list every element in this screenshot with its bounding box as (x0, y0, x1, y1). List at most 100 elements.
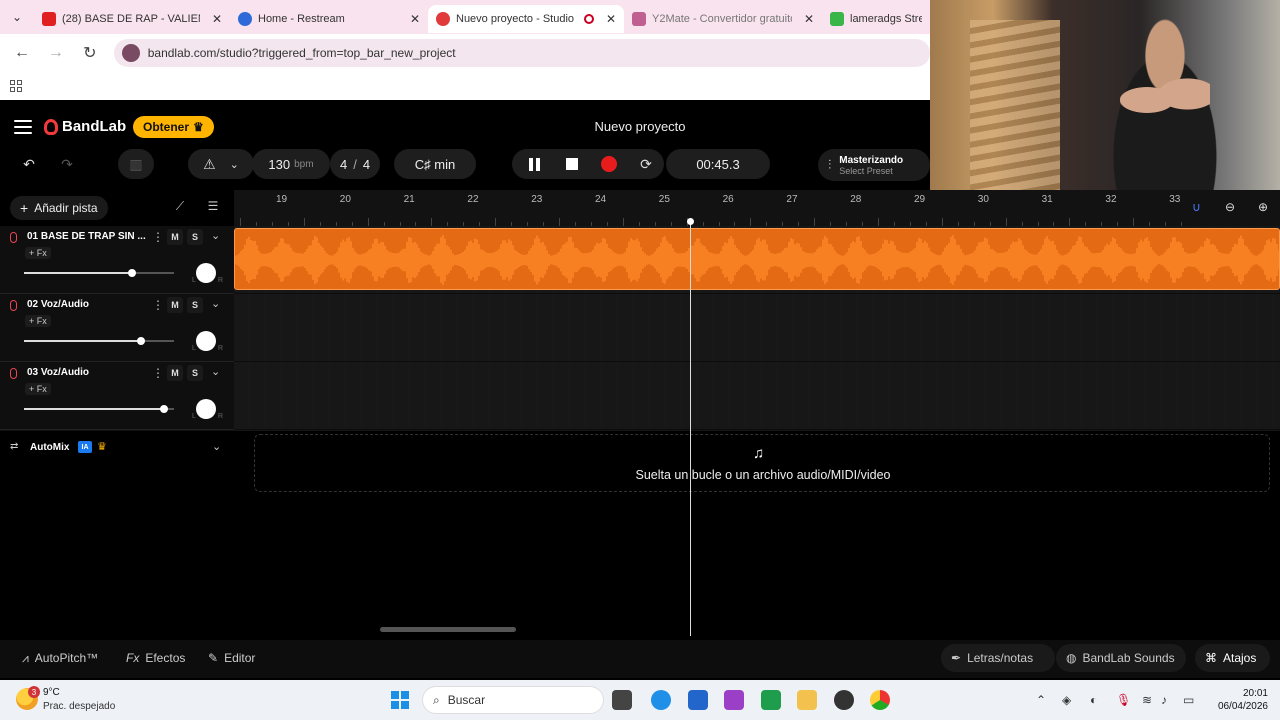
clock[interactable]: 20:01 06/04/2026 (1210, 687, 1268, 713)
store-icon[interactable] (688, 690, 708, 710)
solo-button[interactable]: S (187, 365, 203, 381)
loop-button[interactable]: ⟳ (634, 149, 658, 179)
timeline-ruler[interactable]: 19 20 21 22 23 24 25 26 27 28 29 30 31 32 33 (234, 190, 1280, 226)
volume-knob[interactable] (128, 269, 136, 277)
mute-button[interactable]: M (167, 297, 183, 313)
lyrics-button[interactable]: ✒ Letras/notas (941, 644, 1055, 672)
menu-icon[interactable] (14, 120, 32, 134)
get-membership-button[interactable]: Obtener ♛ (133, 116, 214, 138)
volume-slider[interactable] (24, 269, 174, 277)
autopitch-button[interactable]: ⩘ AutoPitch™ (12, 644, 108, 672)
track-name[interactable]: 02 Voz/Audio (27, 299, 147, 310)
volume-icon[interactable]: ♪ (1161, 693, 1167, 707)
audio-region[interactable] (234, 228, 1280, 290)
zoom-in-icon[interactable]: ⊕ (1258, 200, 1268, 214)
tab-bandlab-studio[interactable]: Nuevo proyecto - Studio ✕ (428, 5, 624, 33)
chevron-down-icon[interactable]: ⌄ (211, 365, 220, 378)
tab-search-chevron-icon[interactable]: ⌄ (0, 0, 34, 34)
add-fx-button[interactable]: + Fx (25, 315, 51, 327)
volume-slider[interactable] (24, 337, 174, 345)
taskbar-search[interactable]: ⌕ Buscar (422, 686, 604, 714)
track-lane[interactable] (234, 294, 1280, 362)
track-header[interactable]: 01 BASE DE TRAP SIN ... ⋮ M S ⌄ + Fx L R (0, 226, 234, 294)
project-title[interactable]: Nuevo proyecto (560, 119, 720, 134)
bandlab-sounds-button[interactable]: ◍ BandLab Sounds (1056, 644, 1186, 672)
chevron-up-icon[interactable]: ⌃ (1036, 693, 1046, 707)
tab-kick[interactable]: lameradgs Strean (822, 5, 930, 33)
forward-arrow-icon[interactable]: → (46, 44, 66, 62)
piano-keyboard-icon[interactable]: ▥ (118, 149, 154, 179)
volume-knob[interactable] (159, 405, 168, 413)
wifi-icon[interactable]: ≋ (1142, 693, 1152, 707)
tuning-fork-icon[interactable]: ⟋ (170, 199, 190, 217)
tab-youtube[interactable]: (28) BASE DE RAP - VALIENTE - ✕ (34, 5, 230, 33)
pan-knob[interactable] (196, 331, 216, 351)
chevron-down-icon[interactable]: ⌄ (211, 229, 220, 242)
filter-icon[interactable]: ☰ (203, 199, 223, 217)
pan-knob[interactable] (196, 399, 216, 419)
close-tab-icon[interactable]: ✕ (606, 12, 616, 26)
playhead[interactable] (690, 220, 691, 636)
tempo-field[interactable]: 130 bpm (252, 149, 330, 179)
bandlab-logo[interactable]: BandLab (44, 118, 126, 135)
drop-zone[interactable]: ♫ Suelta un bucle o un archivo audio/MID… (254, 434, 1270, 492)
snap-magnet-icon[interactable]: ∪ (1192, 200, 1201, 214)
windows-start-icon[interactable] (391, 691, 409, 709)
metronome-button[interactable]: ⚠ ⌄ (188, 149, 254, 179)
automix-row[interactable]: ⇄ AutoMix IA ♛ ⌄ (0, 435, 234, 461)
chevron-down-icon[interactable]: ⌄ (211, 297, 220, 310)
reload-icon[interactable]: ↻ (80, 43, 100, 63)
tab-restream[interactable]: Home - Restream ✕ (230, 5, 428, 33)
track-lane[interactable] (234, 226, 1280, 294)
volume-knob[interactable] (137, 337, 145, 345)
close-tab-icon[interactable]: ✕ (804, 12, 814, 26)
obs-icon[interactable] (834, 690, 854, 710)
address-bar[interactable]: bandlab.com/studio?triggered_from=top_ba… (113, 39, 930, 67)
battery-icon[interactable]: ▭ (1183, 693, 1194, 707)
shortcuts-button[interactable]: ⌘ Atajos (1195, 644, 1270, 672)
tab-y2mate[interactable]: Y2Mate - Convertidor gratuito d ✕ (624, 5, 822, 33)
mute-button[interactable]: M (167, 229, 183, 245)
stop-button[interactable] (560, 149, 584, 179)
add-track-button[interactable]: + Añadir pista (10, 196, 108, 220)
tray-sync-icon[interactable]: ◐ (1090, 693, 1097, 707)
mastering-button[interactable]: ⫶ Masterizando Select Preset (818, 149, 930, 181)
track-lane[interactable] (234, 362, 1280, 430)
redo-icon[interactable]: ↷ (52, 149, 82, 179)
add-fx-button[interactable]: + Fx (25, 383, 51, 395)
key-field[interactable]: C♯ min (394, 149, 476, 179)
instagram-icon[interactable] (724, 690, 744, 710)
task-view-icon[interactable] (612, 690, 632, 710)
solo-button[interactable]: S (187, 297, 203, 313)
excel-icon[interactable] (761, 690, 781, 710)
editor-button[interactable]: ✎ Editor (198, 644, 265, 672)
more-options-icon[interactable]: ⋮ (152, 230, 164, 244)
pan-knob[interactable] (196, 263, 216, 283)
playhead-handle[interactable] (687, 218, 694, 225)
more-options-icon[interactable]: ⋮ (152, 366, 164, 380)
more-options-icon[interactable]: ⋮ (152, 298, 164, 312)
record-button[interactable] (597, 149, 621, 179)
close-tab-icon[interactable]: ✕ (212, 12, 222, 26)
chrome-icon[interactable] (870, 690, 890, 710)
track-name[interactable]: 01 BASE DE TRAP SIN ... (27, 231, 147, 242)
track-header[interactable]: 02 Voz/Audio ⋮ M S ⌄ + Fx L R (0, 294, 234, 362)
effects-button[interactable]: Fx Efectos (116, 644, 195, 672)
horizontal-scrollbar[interactable] (380, 627, 516, 632)
chevron-down-icon[interactable]: ⌄ (212, 440, 221, 453)
pause-button[interactable] (522, 149, 546, 179)
site-info-icon[interactable] (121, 44, 140, 62)
microphone-icon[interactable]: 🎙 (1116, 693, 1131, 707)
zoom-out-icon[interactable]: ⊖ (1225, 200, 1235, 214)
solo-button[interactable]: S (187, 229, 203, 245)
track-header[interactable]: 03 Voz/Audio ⋮ M S ⌄ + Fx L R (0, 362, 234, 430)
time-display[interactable]: 00:45.3 (666, 149, 770, 179)
mute-button[interactable]: M (167, 365, 183, 381)
back-arrow-icon[interactable]: ← (12, 44, 32, 62)
add-fx-button[interactable]: + Fx (25, 247, 51, 259)
close-tab-icon[interactable]: ✕ (410, 12, 420, 26)
tray-app-icon[interactable]: ◈ (1062, 693, 1071, 707)
file-explorer-icon[interactable] (797, 690, 817, 710)
undo-icon[interactable]: ↶ (14, 149, 44, 179)
apps-grid-icon[interactable] (10, 80, 22, 92)
